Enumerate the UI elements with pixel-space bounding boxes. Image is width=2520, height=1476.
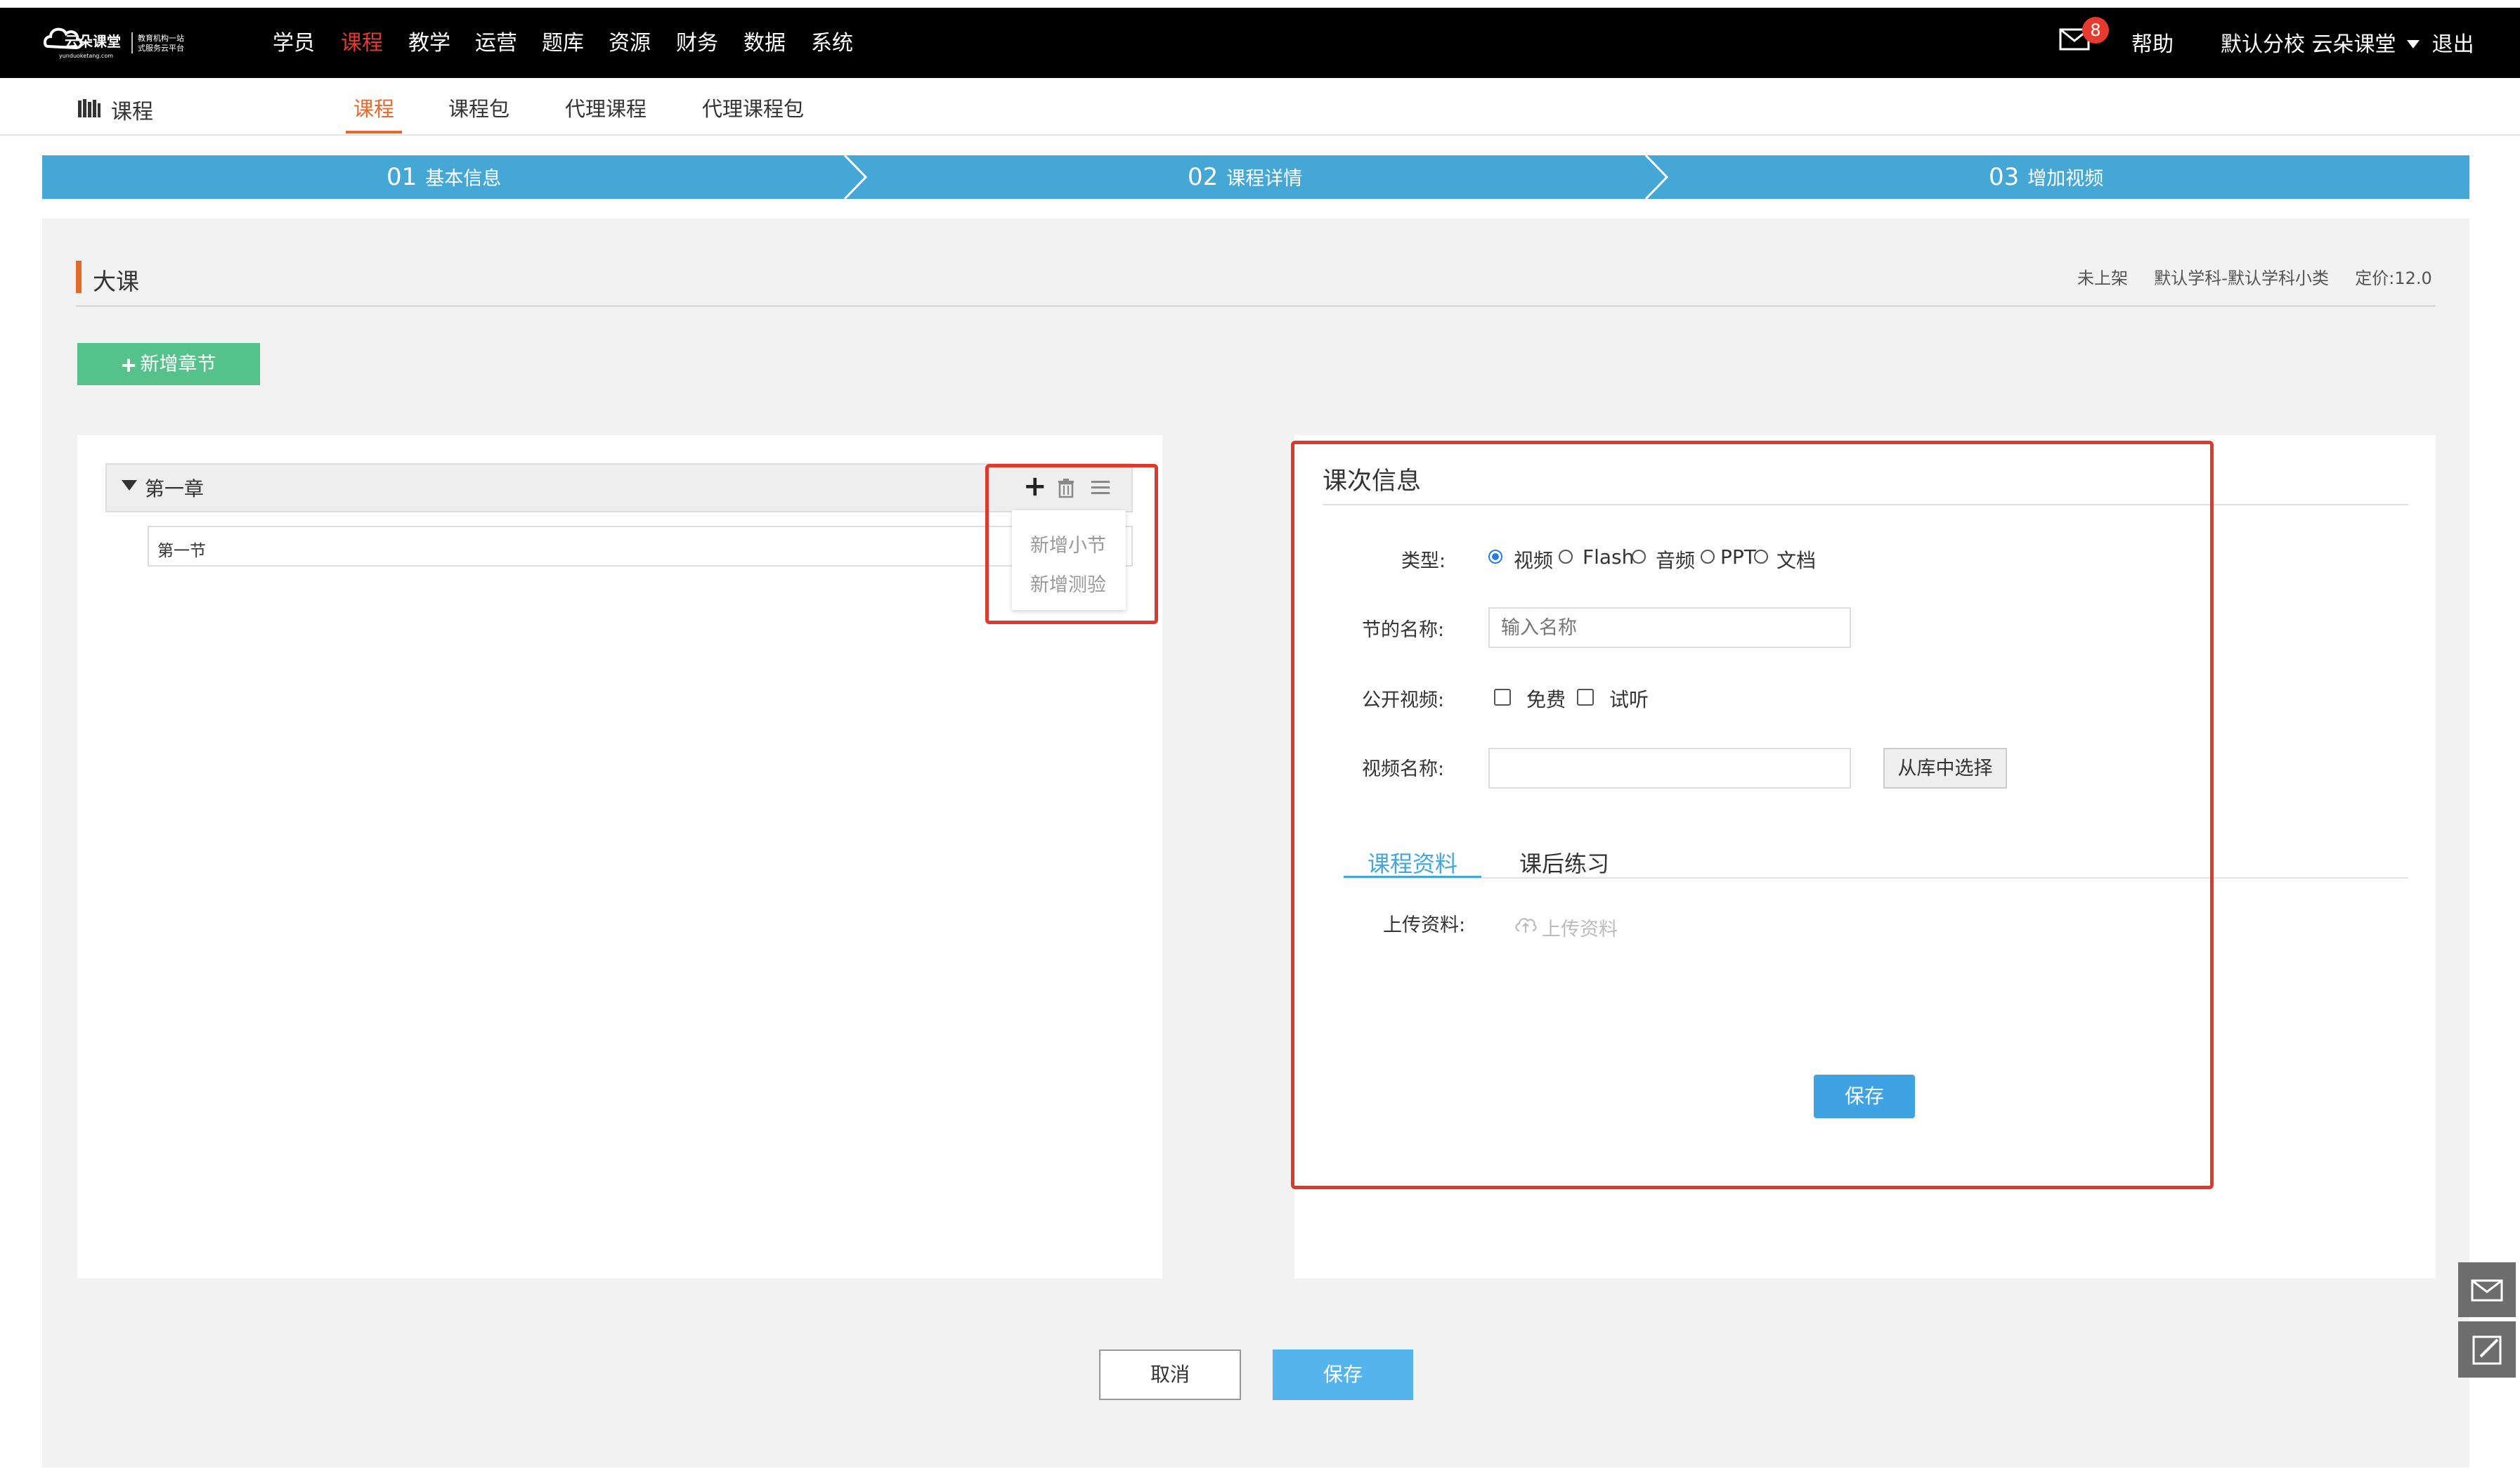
step-1: 01 基本信息 [387, 156, 501, 198]
user-menu[interactable]: 默认分校 云朵课堂 退出 [2221, 27, 2474, 58]
course-title: 大课 [93, 268, 139, 295]
nav-system[interactable]: 系统 [811, 25, 853, 56]
plus-icon: + [121, 350, 136, 380]
highlight-box [1291, 441, 2214, 1189]
nav-course[interactable]: 课程 [341, 25, 383, 56]
nav-question-bank[interactable]: 题库 [542, 25, 584, 56]
side-message-button[interactable] [2458, 1262, 2516, 1317]
logo-text: 云朵课堂 [65, 33, 121, 50]
add-chapter-label: 新增章节 [140, 354, 216, 375]
course-status: 未上架 [2077, 268, 2128, 288]
nav-operations[interactable]: 运营 [475, 25, 517, 56]
yunduo-logo[interactable]: 云朵课堂 yunduoketang.com 教育机构一站 式服务云平台 [42, 20, 201, 63]
edit-icon [2472, 1335, 2502, 1365]
nav-data[interactable]: 数据 [743, 25, 786, 56]
caret-down-icon[interactable] [122, 480, 137, 491]
step-1-label: 基本信息 [425, 168, 502, 190]
step-3-label: 增加视频 [2027, 168, 2104, 190]
user-info[interactable]: 默认分校 云朵课堂 [2221, 32, 2396, 57]
step-2-label: 课程详情 [1226, 168, 1303, 190]
nav-teaching[interactable]: 教学 [408, 25, 450, 56]
chevron-down-icon[interactable] [2407, 39, 2420, 48]
step-2: 02 课程详情 [1188, 156, 1302, 198]
step-1-number: 01 [387, 163, 417, 191]
title-accent-bar [76, 261, 82, 293]
tab-agent-course-package[interactable]: 代理课程包 [702, 93, 804, 122]
tab-course-package[interactable]: 课程包 [448, 93, 509, 122]
course-category: 默认学科-默认学科小类 [2154, 268, 2329, 288]
help-link[interactable]: 帮助 [2131, 27, 2174, 58]
divider [76, 305, 2436, 307]
nav-students[interactable]: 学员 [273, 25, 315, 56]
logo-slogan-2: 式服务云平台 [138, 43, 184, 53]
subnav-title: 课程 [111, 100, 153, 124]
chapter-row[interactable] [105, 463, 1133, 512]
active-tab-underline [346, 131, 402, 134]
tab-agent-course[interactable]: 代理课程 [565, 93, 647, 122]
step-2-number: 02 [1188, 163, 1219, 191]
nav-resources[interactable]: 资源 [609, 25, 651, 56]
side-feedback-button[interactable] [2458, 1321, 2516, 1378]
chapter-name[interactable]: 第一章 [145, 474, 204, 502]
cancel-button[interactable]: 取消 [1099, 1349, 1241, 1400]
section-name[interactable]: 第一节 [157, 537, 206, 561]
highlight-box [985, 464, 1158, 624]
envelope-icon [2471, 1279, 2503, 1302]
logo-slogan-1: 教育机构一站 [138, 33, 184, 43]
step-3-number: 03 [1989, 163, 2020, 191]
course-meta: 未上架 默认学科-默认学科小类 定价:12.0 [2077, 264, 2432, 289]
tab-course[interactable]: 课程 [353, 93, 394, 122]
logo-url: yunduoketang.com [59, 53, 113, 59]
step-3: 03 增加视频 [1989, 156, 2103, 198]
nav-finance[interactable]: 财务 [676, 25, 718, 56]
logout-link[interactable]: 退出 [2432, 32, 2474, 57]
books-icon [77, 98, 101, 119]
save-button[interactable]: 保存 [1273, 1349, 1413, 1400]
course-price: 定价:12.0 [2355, 268, 2432, 288]
mail-badge: 8 [2082, 17, 2109, 44]
add-chapter-button[interactable]: + 新增章节 [77, 343, 260, 385]
